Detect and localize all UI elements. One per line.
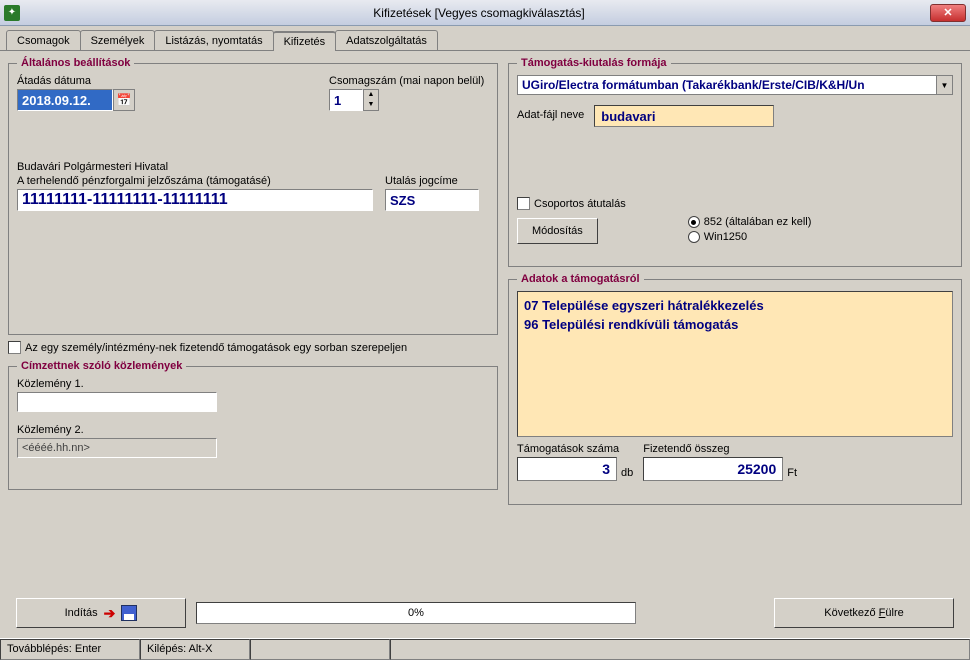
left-column: Általános beállítások Átadás dátuma 📅 Cs… [8,57,498,511]
pkgnum-up[interactable]: ▲ [364,90,378,100]
next-tab-button[interactable]: Következő Fülre [774,598,954,628]
support-legend: Adatok a támogatásról [517,273,644,285]
next-suffix: ülre [885,607,903,619]
tab-csomagok[interactable]: Csomagok [6,30,81,50]
pkgnum-down[interactable]: ▼ [364,100,378,110]
status-bar: Továbblépés: Enter Kilépés: Alt-X [0,638,970,660]
payout-form-group: Támogatás-kiutalás formája UGiro/Electra… [508,57,962,267]
next-prefix: Következő [824,607,878,619]
calendar-button[interactable]: 📅 [113,89,135,111]
file-row: Adat-fájl neve [517,105,953,127]
count-value: 3 [517,457,617,481]
msg2-label: Közlemény 2. [17,424,489,436]
window-title: Kifizetések [Vegyes csomagkiválasztás] [28,6,930,20]
pkgnum-block: Csomagszám (mai napon belül) ▲ ▼ [329,75,484,111]
office-name: Budavári Polgármesteri Hivatal [17,161,489,173]
format-text: UGiro/Electra formátumban (Takarékbank/E… [518,76,936,94]
progress-bar: 0% [196,602,636,624]
titlebar: ✦ Kifizetések [Vegyes csomagkiválasztás]… [0,0,970,26]
pkgnum-input[interactable] [329,89,363,111]
messages-group: Címzettnek szóló közlemények Közlemény 1… [8,360,498,490]
start-label: Indítás [65,607,98,619]
format-dropdown[interactable]: UGiro/Electra formátumban (Takarékbank/E… [517,75,953,95]
msg1-label: Közlemény 1. [17,378,489,390]
account-label: A terhelendő pénzforgalmi jelzőszáma (tá… [17,175,373,187]
status-empty2 [390,639,970,660]
counts-row: Támogatások száma 3 db Fizetendő összeg … [517,443,953,481]
account-block: A terhelendő pénzforgalmi jelzőszáma (tá… [17,175,373,211]
radio-icon [688,231,700,243]
general-legend: Általános beállítások [17,57,134,69]
amount-label: Fizetendő összeg [643,443,797,455]
transfer-title-label: Utalás jogcíme [385,175,479,187]
payout-legend: Támogatás-kiutalás formája [517,57,671,69]
radio-1250[interactable]: Win1250 [688,231,812,243]
columns: Általános beállítások Átadás dátuma 📅 Cs… [8,57,962,511]
app-icon: ✦ [4,5,20,21]
amount-unit: Ft [787,467,797,481]
group-transfer-checkbox[interactable]: Csoportos átutalás [517,197,953,210]
file-label: Adat-fájl neve [517,109,584,121]
radio-icon-selected [688,216,700,228]
group-transfer-label: Csoportos átutalás [534,198,626,210]
chevron-down-icon: ▼ [936,76,952,94]
radio-852-label: 852 (általában ez kell) [704,216,812,228]
date-row: 📅 [17,89,317,111]
radio-852[interactable]: 852 (általában ez kell) [688,216,812,228]
close-button[interactable]: ✕ [930,4,966,22]
count-label: Támogatások száma [517,443,633,455]
support-list[interactable]: 07 Települése egyszeri hátralékkezelés 9… [517,291,953,437]
count-block: Támogatások száma 3 db [517,443,633,481]
msg1-input[interactable] [17,392,217,412]
radio-1250-label: Win1250 [704,231,747,243]
general-settings-group: Általános beállítások Átadás dátuma 📅 Cs… [8,57,498,335]
right-column: Támogatás-kiutalás formája UGiro/Electra… [508,57,962,511]
messages-legend: Címzettnek szóló közlemények [17,360,186,372]
count-unit: db [621,467,633,481]
bottom-bar: Indítás ➔ 0% Következő Fülre [8,594,962,632]
pkgnum-arrows: ▲ ▼ [363,89,379,111]
start-button[interactable]: Indítás ➔ [16,598,186,628]
status-empty1 [250,639,390,660]
checkbox-icon [8,341,21,354]
date-block: Átadás dátuma 📅 [17,75,317,111]
progress-text: 0% [408,607,424,619]
tab-listazas[interactable]: Listázás, nyomtatás [154,30,273,50]
arrow-right-icon: ➔ [104,605,116,622]
one-row-checkbox[interactable]: Az egy személy/intézmény-nek fizetendő t… [8,341,498,354]
pkgnum-spinner: ▲ ▼ [329,89,484,111]
list-item[interactable]: 96 Települési rendkívüli támogatás [524,317,946,332]
one-row-label: Az egy személy/intézmény-nek fizetendő t… [25,342,407,354]
row-date-pkg: Átadás dátuma 📅 Csomagszám (mai napon be… [17,75,489,111]
amount-block: Fizetendő összeg 25200 Ft [643,443,797,481]
transfer-title-input[interactable] [385,189,479,211]
modify-button[interactable]: Módosítás [517,218,598,244]
pkgnum-label: Csomagszám (mai napon belül) [329,75,484,87]
tab-szemelyek[interactable]: Személyek [80,30,156,50]
tab-adatszolgaltatas[interactable]: Adatszolgáltatás [335,30,438,50]
modify-row: Módosítás 852 (általában ez kell) Win125… [517,216,953,246]
support-data-group: Adatok a támogatásról 07 Települése egys… [508,273,962,505]
disk-icon [121,605,137,621]
tab-content: Általános beállítások Átadás dátuma 📅 Cs… [0,50,970,638]
file-input[interactable] [594,105,774,127]
msg2-input[interactable] [17,438,217,458]
transfer-title-block: Utalás jogcíme [385,175,479,211]
list-item[interactable]: 07 Települése egyszeri hátralékkezelés [524,298,946,313]
amount-value: 25200 [643,457,783,481]
tab-kifizetes[interactable]: Kifizetés [273,31,337,51]
account-row: A terhelendő pénzforgalmi jelzőszáma (tá… [17,175,489,211]
status-next: Továbblépés: Enter [0,639,140,660]
date-input[interactable] [17,89,113,111]
app-window: ✦ Kifizetések [Vegyes csomagkiválasztás]… [0,0,970,660]
encoding-radios: 852 (általában ez kell) Win1250 [688,216,812,246]
date-label: Átadás dátuma [17,75,317,87]
account-input[interactable] [17,189,373,211]
checkbox-icon [517,197,530,210]
tabstrip: Csomagok Személyek Listázás, nyomtatás K… [0,26,970,50]
status-exit: Kilépés: Alt-X [140,639,250,660]
